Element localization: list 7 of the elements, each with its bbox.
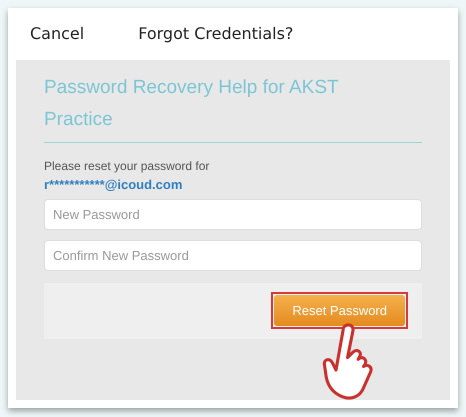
cancel-button[interactable]: Cancel [30,22,84,46]
recovery-heading: Password Recovery Help for AKST Practice [44,72,422,143]
email-text: r***********@icoud.com [44,176,184,194]
dialog-title: Forgot Credentials? [138,23,294,45]
instruction-text: Please reset your password for [44,158,210,175]
password-field[interactable]: Confirm New Password [44,240,422,270]
password-field[interactable]: New Password [44,198,422,230]
